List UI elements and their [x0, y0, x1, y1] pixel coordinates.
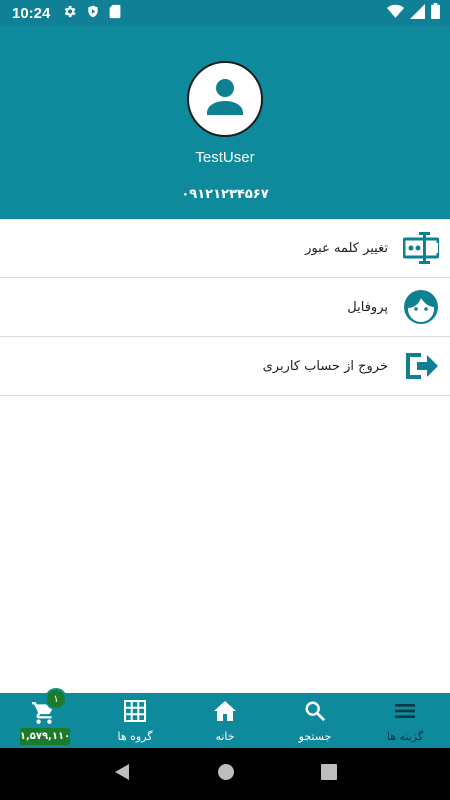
- gear-icon: [62, 4, 77, 23]
- shield-icon: [86, 4, 100, 23]
- cart-count-badge: ۱: [45, 688, 67, 710]
- grid-icon: [124, 700, 146, 726]
- face-icon: [402, 288, 440, 326]
- battery-icon: [431, 3, 440, 23]
- cart-button[interactable]: ۱ ۱,۵۷۹,۱۱۰: [0, 688, 90, 748]
- account-menu: تغییر کلمه عبور پروفایل خروج از حساب کار…: [0, 219, 450, 396]
- home-circle-icon[interactable]: [217, 763, 235, 785]
- sd-card-icon: [109, 4, 121, 23]
- system-nav-bar: [0, 748, 450, 800]
- nav-home[interactable]: خانه: [180, 693, 270, 748]
- back-icon[interactable]: [113, 763, 131, 785]
- search-icon: [303, 700, 327, 726]
- menu-item-label: پروفایل: [347, 299, 388, 315]
- nav-groups[interactable]: گروه ها: [90, 693, 180, 748]
- bottom-nav: ۱ ۱,۵۷۹,۱۱۰ گروه ها خانه جستجو گزینه ها: [0, 688, 450, 748]
- nav-label: جستجو: [298, 730, 332, 743]
- menu-item-logout[interactable]: خروج از حساب کاربری: [0, 337, 450, 396]
- avatar[interactable]: [187, 61, 263, 137]
- status-bar: 10:24: [0, 0, 450, 26]
- nav-search[interactable]: جستجو: [270, 693, 360, 748]
- menu-icon: [394, 700, 416, 726]
- cart-total-price: ۱,۵۷۹,۱۱۰: [20, 728, 70, 745]
- menu-item-label: خروج از حساب کاربری: [262, 358, 388, 374]
- home-icon: [213, 700, 237, 726]
- logout-icon: [402, 347, 440, 385]
- nav-options[interactable]: گزینه ها: [360, 693, 450, 748]
- signal-icon: [410, 3, 425, 23]
- phone-number: ۰۹۱۲۱۲۳۴۵۶۷: [181, 187, 269, 202]
- menu-item-change-password[interactable]: تغییر کلمه عبور: [0, 219, 450, 278]
- password-icon: [402, 229, 440, 267]
- wifi-icon: [387, 4, 404, 23]
- menu-item-profile[interactable]: پروفایل: [0, 278, 450, 337]
- username: TestUser: [195, 149, 255, 166]
- user-icon: [201, 73, 249, 125]
- recents-icon[interactable]: [321, 764, 337, 784]
- nav-label: گزینه ها: [386, 730, 424, 743]
- nav-label: گروه ها: [117, 730, 153, 743]
- profile-header: TestUser ۰۹۱۲۱۲۳۴۵۶۷: [0, 26, 450, 219]
- menu-item-label: تغییر کلمه عبور: [305, 240, 388, 256]
- nav-label: خانه: [215, 730, 235, 743]
- status-time: 10:24: [12, 4, 51, 22]
